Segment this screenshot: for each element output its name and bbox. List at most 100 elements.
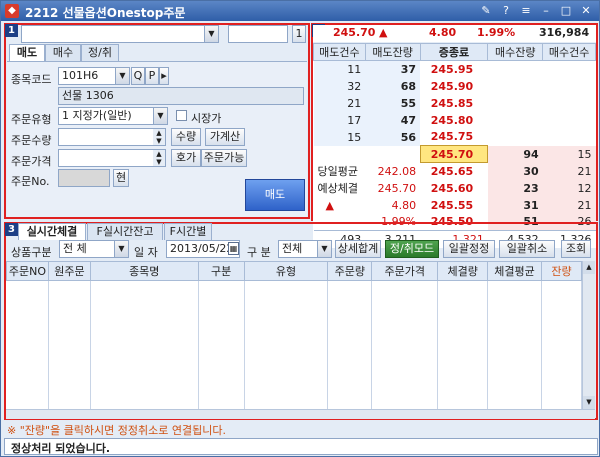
ask-qty[interactable]: 37 xyxy=(365,60,421,78)
grid-cell xyxy=(541,280,582,419)
ordtype-dropdown-icon[interactable]: ▼ xyxy=(153,108,167,124)
account-field[interactable] xyxy=(21,25,219,43)
code-search-button[interactable]: Q xyxy=(131,67,145,85)
col-name[interactable]: 종목명 xyxy=(89,261,199,281)
market-price-checkbox[interactable] xyxy=(176,110,187,121)
bid-price[interactable]: 245.60 xyxy=(420,180,488,197)
info-value: 245.70 xyxy=(377,181,417,195)
ask-price[interactable]: 245.95 xyxy=(420,61,488,78)
ask-qty[interactable]: 55 xyxy=(365,94,421,112)
prodtype-dropdown-icon[interactable]: ▼ xyxy=(114,241,128,257)
col-type[interactable]: 유형 xyxy=(243,261,329,281)
tab-realtime-balance[interactable]: F실시간잔고 xyxy=(87,223,163,240)
tab-modify-cancel[interactable]: 정/취 xyxy=(81,44,119,61)
ask-price[interactable]: 245.80 xyxy=(420,112,488,129)
up-arrow-icon: ▲ xyxy=(379,26,388,39)
calc-button[interactable]: 가계산 xyxy=(205,128,245,146)
col-side[interactable]: 구분 xyxy=(197,261,245,281)
grid-cell xyxy=(487,280,542,419)
close-icon[interactable]: ✕ xyxy=(579,3,593,18)
ask-row: 11 37 245.95 xyxy=(313,60,596,78)
minimize-icon[interactable]: – xyxy=(539,3,553,18)
ask-count: 21 xyxy=(313,94,366,112)
horizontal-scrollbar[interactable] xyxy=(6,409,595,419)
price-stepper[interactable]: ▲ ▼ xyxy=(153,150,165,166)
bid-row: 당일평균 242.08 245.65 30 21 xyxy=(314,162,596,180)
ordtype-select[interactable]: 1 지정가(일반) xyxy=(58,107,168,125)
ask-count: 17 xyxy=(313,111,366,129)
executions-table: 주문NO 원주문 종목명 구분 유형 주문량 주문가격 체결량 체결평균 잔량 xyxy=(6,261,582,419)
market-price-label: 시장가 xyxy=(191,112,222,125)
bid-price[interactable]: 245.65 xyxy=(420,163,488,180)
detail-sum-button[interactable]: 상세합계 xyxy=(335,240,381,258)
tab-sell[interactable]: 매도 xyxy=(9,44,45,61)
col-order-no[interactable]: 주문NO xyxy=(6,261,49,281)
qty-button[interactable]: 수량 xyxy=(171,128,201,146)
maximize-icon[interactable]: □ xyxy=(559,3,573,18)
bid-qty[interactable]: 30 xyxy=(487,162,543,180)
empty-grid-row xyxy=(6,280,582,419)
bid-price[interactable]: 245.70 xyxy=(419,145,489,163)
sell-button[interactable]: 매도 xyxy=(245,179,305,211)
scroll-up-icon[interactable]: ▲ xyxy=(583,261,595,274)
ask-price[interactable]: 245.85 xyxy=(420,95,488,112)
ordtype-label: 주문유형 xyxy=(11,113,52,126)
bid-price[interactable]: 245.55 xyxy=(420,197,488,214)
bulk-modify-button[interactable]: 일괄정정 xyxy=(443,240,495,258)
empty-cell xyxy=(543,112,596,129)
ask-qty[interactable]: 56 xyxy=(365,128,421,146)
vertical-scrollbar[interactable]: ▲ ▼ xyxy=(582,261,595,409)
tab-buy[interactable]: 매수 xyxy=(45,44,81,61)
account-dropdown-icon[interactable]: ▼ xyxy=(204,26,218,42)
grid-cell xyxy=(48,280,91,419)
section-1-badge: 1 xyxy=(5,24,18,37)
pin-icon[interactable]: ✎ xyxy=(479,3,493,18)
ask-price[interactable]: 245.75 xyxy=(420,129,488,146)
price-input[interactable] xyxy=(58,149,166,167)
code-next-button[interactable]: ▸ xyxy=(159,67,169,85)
volume: 316,984 xyxy=(539,26,590,39)
bid-qty[interactable]: 94 xyxy=(487,145,543,163)
calendar-icon[interactable]: ▦ xyxy=(228,242,239,255)
bid-qty-header: 매수잔량 xyxy=(487,43,544,61)
bid-count: 21 xyxy=(542,162,596,180)
menu-icon[interactable]: ≡ xyxy=(519,3,533,18)
qty-input[interactable] xyxy=(58,128,166,146)
query-button[interactable]: 조회 xyxy=(561,240,591,258)
bid-count: 21 xyxy=(542,196,596,214)
notice-text: ※ "잔량"을 클릭하시면 정정취소로 연결됩니다. xyxy=(7,424,226,437)
title-bar[interactable]: ◆ 2212 선물옵션Onestop주문 ✎ ? ≡ – □ ✕ xyxy=(1,1,599,21)
empty-cell xyxy=(543,95,596,112)
col-price[interactable]: 주문가격 xyxy=(371,261,439,281)
col-qty[interactable]: 주문량 xyxy=(327,261,373,281)
col-exec-qty[interactable]: 체결량 xyxy=(437,261,489,281)
ask-qty[interactable]: 47 xyxy=(365,111,421,129)
info-label: ▲ xyxy=(325,198,334,212)
bid-row: 245.70 94 15 xyxy=(314,145,596,163)
account-button[interactable]: 1 xyxy=(292,25,306,43)
help-icon[interactable]: ? xyxy=(499,3,513,18)
bid-row: 예상체결 245.70 245.60 23 12 xyxy=(314,179,596,197)
current-button[interactable]: 현 xyxy=(113,169,129,187)
order-no-input[interactable] xyxy=(58,169,110,187)
price-button[interactable]: 호가 xyxy=(171,149,201,167)
col-remaining[interactable]: 잔량 xyxy=(541,261,582,281)
ask-price[interactable]: 245.90 xyxy=(420,78,488,95)
password-field[interactable] xyxy=(228,25,288,43)
scroll-down-icon[interactable]: ▼ xyxy=(583,396,595,409)
bid-qty[interactable]: 31 xyxy=(487,196,543,214)
qty-stepper[interactable]: ▲ ▼ xyxy=(153,129,165,145)
col-exec-avg[interactable]: 체결평균 xyxy=(487,261,542,281)
modify-mode-button[interactable]: 정/취모드 xyxy=(385,240,439,258)
div-dropdown-icon[interactable]: ▼ xyxy=(317,241,331,257)
code-dropdown-icon[interactable]: ▼ xyxy=(115,68,129,84)
code-p-button[interactable]: P xyxy=(145,67,159,85)
ask-row: 21 55 245.85 xyxy=(313,94,596,112)
tab-hourly[interactable]: F시간별 xyxy=(164,223,212,240)
ask-qty[interactable]: 68 xyxy=(365,77,421,95)
tab-realtime-exec[interactable]: 실시간체결 xyxy=(18,223,86,240)
bulk-cancel-button[interactable]: 일괄취소 xyxy=(499,240,555,258)
avail-button[interactable]: 주문가능 xyxy=(201,149,247,167)
bid-qty[interactable]: 23 xyxy=(487,179,543,197)
col-orig-order[interactable]: 원주문 xyxy=(47,261,91,281)
